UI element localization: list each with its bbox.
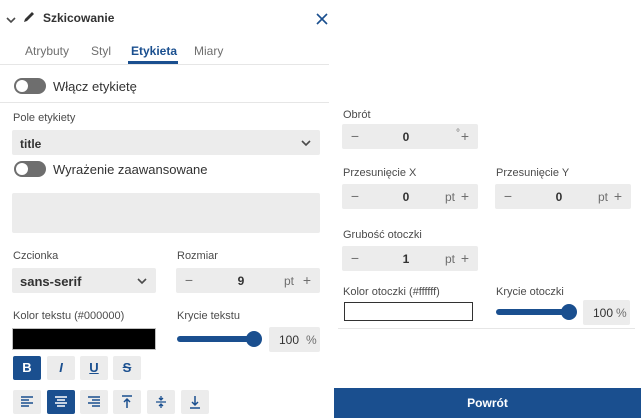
align-left-icon: [21, 396, 33, 407]
chevron-down-icon: [137, 278, 147, 285]
text-opacity-unit: %: [306, 333, 317, 347]
label-field-value: title: [20, 137, 42, 151]
valign-bottom-button[interactable]: [181, 390, 209, 414]
tab-attributes[interactable]: Atrybuty: [25, 44, 69, 58]
minus-icon[interactable]: −: [348, 188, 362, 204]
collapse-chevron-icon[interactable]: [5, 12, 17, 30]
font-select[interactable]: sans-serif: [12, 268, 156, 293]
rotation-stepper[interactable]: − 0 ° +: [342, 124, 478, 149]
halo-opacity-unit: %: [616, 306, 627, 320]
text-color-swatch[interactable]: [12, 328, 156, 350]
align-right-button[interactable]: [80, 390, 108, 414]
minus-icon[interactable]: −: [182, 272, 196, 288]
text-opacity-label: Krycie tekstu: [177, 310, 240, 322]
text-opacity-slider[interactable]: [177, 336, 257, 342]
plus-icon[interactable]: +: [458, 250, 472, 266]
valign-middle-button[interactable]: [147, 390, 175, 414]
text-color-label: Kolor tekstu (#000000): [13, 310, 125, 322]
align-top-icon: [122, 395, 132, 408]
halo-size-label: Grubość otoczki: [343, 229, 422, 241]
plus-icon[interactable]: +: [458, 188, 472, 204]
italic-button[interactable]: I: [47, 356, 75, 380]
pencil-icon: [22, 10, 36, 29]
underline-button[interactable]: U: [80, 356, 108, 380]
rotation-label: Obrót: [343, 109, 371, 121]
text-opacity-box[interactable]: 100 %: [269, 327, 320, 352]
halo-opacity-slider[interactable]: [496, 309, 570, 315]
offset-x-unit: pt: [445, 190, 456, 204]
tab-style[interactable]: Styl: [91, 44, 111, 58]
halo-size-value: 1: [402, 252, 410, 266]
plus-icon[interactable]: +: [300, 272, 314, 288]
align-middle-icon: [156, 396, 166, 408]
text-opacity-value: 100: [279, 333, 300, 347]
minus-icon[interactable]: −: [348, 128, 362, 144]
valign-top-button[interactable]: [113, 390, 141, 414]
section-divider: [0, 102, 329, 103]
size-stepper[interactable]: − 9 pt +: [176, 268, 320, 293]
enable-label-toggle[interactable]: [14, 78, 46, 94]
strikethrough-button[interactable]: S: [113, 356, 141, 380]
section-divider: [338, 328, 635, 329]
font-label: Czcionka: [13, 250, 59, 262]
label-field-label: Pole etykiety: [13, 112, 76, 124]
halo-opacity-box[interactable]: 100 %: [583, 300, 630, 325]
plus-icon[interactable]: +: [611, 188, 625, 204]
align-left-button[interactable]: [13, 390, 41, 414]
bold-button[interactable]: B: [13, 356, 41, 380]
offset-x-label: Przesunięcie X: [343, 167, 417, 179]
size-value: 9: [237, 274, 245, 288]
text-opacity-thumb[interactable]: [246, 331, 262, 347]
offset-x-stepper[interactable]: − 0 pt +: [342, 184, 478, 209]
minus-icon[interactable]: −: [501, 188, 515, 204]
tab-label[interactable]: Etykieta: [131, 44, 177, 58]
halo-opacity-label: Krycie otoczki: [496, 286, 564, 298]
advanced-expression-text: Wyrażenie zaawansowane: [53, 162, 208, 177]
size-label: Rozmiar: [177, 250, 218, 262]
halo-size-unit: pt: [445, 252, 456, 266]
rotation-value: 0: [402, 130, 410, 144]
expression-textarea[interactable]: [12, 193, 320, 233]
panel-title: Szkicowanie: [43, 11, 115, 25]
offset-y-label: Przesunięcie Y: [496, 167, 570, 179]
offset-x-value: 0: [402, 190, 410, 204]
tabs-divider: [0, 64, 329, 65]
back-button[interactable]: Powrót: [334, 388, 641, 418]
chevron-down-icon: [301, 140, 311, 147]
offset-y-stepper[interactable]: − 0 pt +: [495, 184, 631, 209]
minus-icon[interactable]: −: [348, 250, 362, 266]
align-center-icon: [55, 396, 67, 407]
enable-label-text: Włącz etykietę: [53, 79, 137, 94]
close-icon[interactable]: [316, 12, 328, 30]
label-field-select[interactable]: title: [12, 130, 320, 155]
halo-opacity-thumb[interactable]: [561, 304, 577, 320]
halo-color-label: Kolor otoczki (#ffffff): [343, 286, 440, 298]
size-unit: pt: [284, 274, 295, 288]
offset-y-value: 0: [555, 190, 563, 204]
label-placement-panel: Obrót − 0 ° + Przesunięcie X − 0 pt + Pr…: [334, 102, 641, 418]
plus-icon[interactable]: +: [458, 128, 472, 144]
halo-size-stepper[interactable]: − 1 pt +: [342, 246, 478, 271]
halo-opacity-value: 100: [593, 306, 614, 320]
sketch-panel: Szkicowanie Atrybuty Styl Etykieta Miary…: [0, 0, 334, 418]
align-bottom-icon: [190, 396, 200, 409]
offset-y-unit: pt: [598, 190, 609, 204]
align-center-button[interactable]: [47, 390, 75, 414]
halo-color-swatch[interactable]: [344, 302, 473, 321]
advanced-expression-toggle[interactable]: [14, 161, 46, 177]
tab-measurements[interactable]: Miary: [194, 44, 223, 58]
align-right-icon: [88, 396, 100, 407]
font-value: sans-serif: [20, 274, 82, 289]
